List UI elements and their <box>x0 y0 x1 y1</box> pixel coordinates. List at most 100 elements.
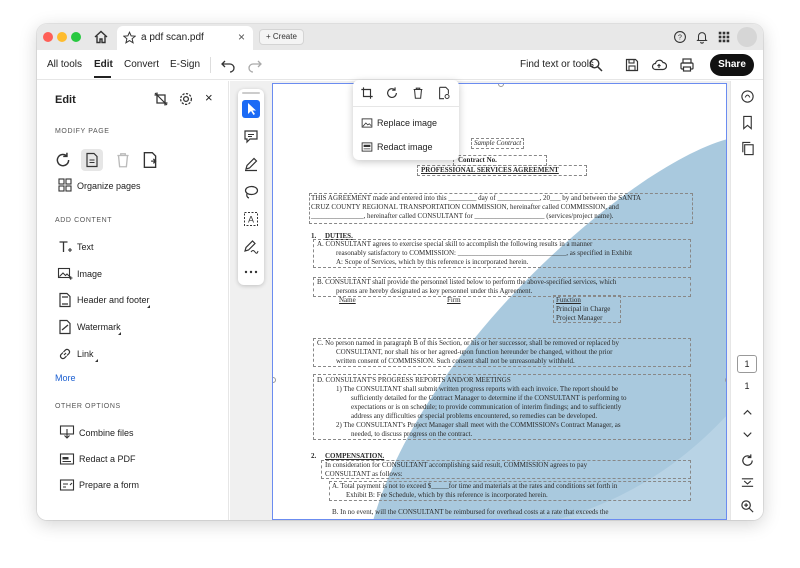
bookmark-icon[interactable] <box>740 115 755 130</box>
drag-handle[interactable] <box>242 92 260 94</box>
column-header-name: Name <box>339 296 356 304</box>
bell-icon[interactable] <box>695 30 709 44</box>
redact-image-item[interactable]: Redact image <box>377 142 433 152</box>
home-icon[interactable] <box>93 29 109 45</box>
help-icon[interactable]: ? <box>673 30 687 44</box>
image-icon[interactable] <box>57 266 73 282</box>
insert-page-icon[interactable] <box>141 151 159 169</box>
tab-close-button[interactable]: × <box>238 30 245 44</box>
prepare-form-link[interactable]: Prepare a form <box>79 480 139 490</box>
more-tools-icon[interactable] <box>242 263 260 281</box>
intro-line: _______________, hereinafter called CONS… <box>311 212 614 220</box>
header-footer-link[interactable]: Header and footer <box>77 295 150 305</box>
redact-icon[interactable] <box>59 451 75 467</box>
undo-icon[interactable] <box>220 57 236 73</box>
rotate-view-icon[interactable] <box>740 453 755 468</box>
chevron-up-icon[interactable] <box>740 405 755 420</box>
add-image-link[interactable]: Image <box>77 269 102 279</box>
comment-icon[interactable] <box>242 127 260 145</box>
cloud-upload-icon[interactable] <box>651 57 667 73</box>
body-line: Exhibit B: Fee Schedule, which by this r… <box>346 491 548 499</box>
image-settings-icon[interactable] <box>437 86 451 100</box>
image-context-menu: Replace image Redact image <box>353 80 459 160</box>
copy-pages-icon[interactable] <box>740 141 755 156</box>
ai-assistant-icon[interactable] <box>740 89 755 104</box>
current-page-field[interactable]: 1 <box>737 355 757 373</box>
menu-edit[interactable]: Edit <box>94 59 113 70</box>
combine-files-link[interactable]: Combine files <box>79 428 134 438</box>
intro-line: THIS AGREEMENT made and entered into thi… <box>311 194 642 202</box>
page-icon <box>86 152 98 168</box>
gear-icon[interactable] <box>178 91 194 107</box>
organize-pages-link[interactable]: Organize pages <box>77 181 141 191</box>
pdf-page[interactable]: Sample Contract Contract No. PROFESSIONA… <box>272 83 727 520</box>
trash-icon[interactable] <box>114 151 132 169</box>
pen-icon[interactable] <box>242 155 260 173</box>
body-line: B. In no event, will the CONSULTANT be r… <box>332 508 609 516</box>
svg-text:?: ? <box>678 35 682 42</box>
body-line: needed, to discuss progress on the contr… <box>351 430 473 438</box>
chevron-down-icon[interactable] <box>740 427 755 442</box>
zoom-in-icon[interactable] <box>740 499 755 514</box>
rotate-image-icon[interactable] <box>385 86 399 100</box>
redact-image-icon[interactable] <box>361 141 373 153</box>
header-footer-icon[interactable] <box>57 292 73 308</box>
close-panel-button[interactable]: × <box>205 90 221 106</box>
redact-pdf-link[interactable]: Redact a PDF <box>79 454 136 464</box>
add-text-link[interactable]: Text <box>77 242 94 252</box>
resize-handle[interactable] <box>725 377 726 383</box>
star-icon[interactable] <box>123 31 136 44</box>
text-box-icon[interactable]: A <box>242 210 260 228</box>
body-line: address any difficulties or special prob… <box>351 412 598 420</box>
panel-title: Edit <box>55 94 76 106</box>
active-menu-underline <box>94 76 111 78</box>
watermark-link[interactable]: Watermark <box>77 322 121 332</box>
body-line: A. Total payment is not to exceed $_____… <box>332 482 618 490</box>
delete-image-icon[interactable] <box>411 86 425 100</box>
body-line: In consideration for CONSULTANT accompli… <box>325 461 588 469</box>
tab-title: a pdf scan.pdf <box>141 32 204 43</box>
select-tool-button[interactable] <box>242 100 260 118</box>
cursor-arrow-icon <box>248 103 256 115</box>
maximize-window-button[interactable] <box>71 32 81 42</box>
plus-icon: + <box>266 32 273 41</box>
avatar[interactable] <box>737 27 757 47</box>
print-icon[interactable] <box>679 57 695 73</box>
crop-off-icon[interactable] <box>153 91 169 107</box>
crop-icon[interactable] <box>360 86 374 100</box>
page-extract-button[interactable] <box>81 149 103 171</box>
create-tab-button[interactable]: + Create <box>259 29 304 45</box>
fit-page-icon[interactable] <box>740 475 755 490</box>
save-icon[interactable] <box>624 57 640 73</box>
rotate-icon[interactable] <box>54 151 72 169</box>
document-tab[interactable]: a pdf scan.pdf × <box>117 26 253 50</box>
apps-grid-icon[interactable] <box>717 30 731 44</box>
body-line: A: Scope of Services, which by this refe… <box>336 258 529 266</box>
menu-e-sign[interactable]: E-Sign <box>170 59 200 70</box>
signature-icon[interactable] <box>242 237 260 255</box>
replace-image-item[interactable]: Replace image <box>377 118 437 128</box>
modify-page-heading: MODIFY PAGE <box>55 128 110 135</box>
more-link[interactable]: More <box>55 373 76 383</box>
combine-files-icon[interactable] <box>59 424 75 440</box>
prepare-form-icon[interactable] <box>59 477 75 493</box>
close-window-button[interactable] <box>43 32 53 42</box>
menu-all-tools[interactable]: All tools <box>47 59 82 70</box>
minimize-window-button[interactable] <box>57 32 67 42</box>
add-link-link[interactable]: Link <box>77 349 94 359</box>
watermark-icon[interactable] <box>57 319 73 335</box>
create-label: Create <box>272 32 297 41</box>
link-icon[interactable] <box>57 346 73 362</box>
body-line: CONSULTANT, nor shall his or her agreed-… <box>336 348 613 356</box>
role-cell: Project Manager <box>556 314 603 322</box>
menu-convert[interactable]: Convert <box>124 59 159 70</box>
replace-image-icon[interactable] <box>361 117 373 129</box>
search-icon[interactable] <box>588 57 604 73</box>
lasso-icon[interactable] <box>242 183 260 201</box>
text-icon[interactable] <box>57 239 73 255</box>
find-text-label[interactable]: Find text or tools <box>520 59 594 70</box>
organize-pages-icon[interactable] <box>57 177 73 193</box>
redo-icon[interactable] <box>247 57 263 73</box>
share-button[interactable]: Share <box>710 54 754 76</box>
popup-divider <box>353 106 459 107</box>
